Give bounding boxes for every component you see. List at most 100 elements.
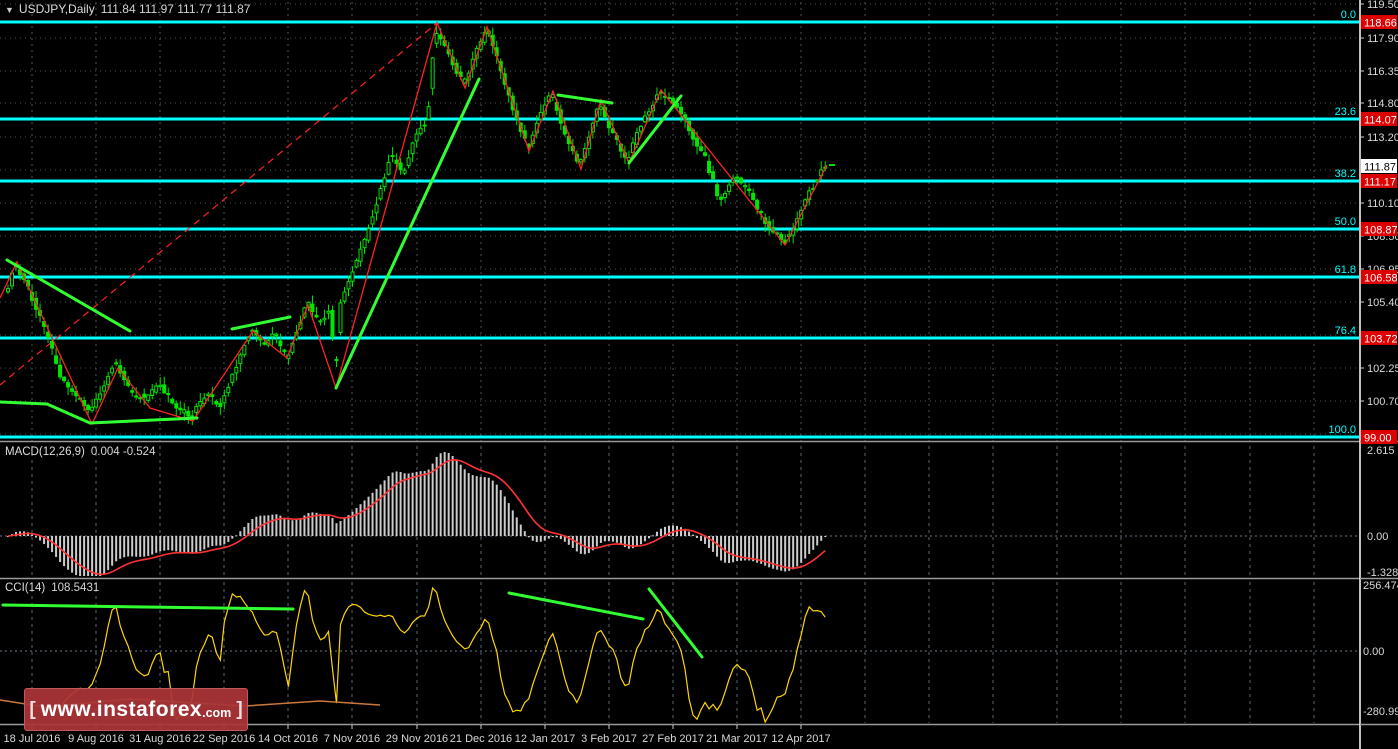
candle-body <box>463 79 466 83</box>
candle-body <box>71 389 74 392</box>
macd-bar <box>452 456 454 536</box>
price-tick-label: 114.80 <box>1367 98 1398 110</box>
macd-bar <box>428 470 430 536</box>
candle-body <box>175 404 178 408</box>
macd-bar <box>408 474 410 536</box>
candle-body <box>335 359 338 360</box>
macd-bar <box>356 508 358 536</box>
candle-body <box>107 376 110 384</box>
candle-body <box>355 261 358 267</box>
macd-bar <box>588 536 590 553</box>
macd-bar <box>480 477 482 536</box>
macd-bar <box>287 520 289 536</box>
macd-bar <box>644 536 646 541</box>
watermark-text: www.instaforex <box>41 698 202 722</box>
time-tick-label: 21 Mar 2017 <box>706 733 768 745</box>
fib-label: 0.0 <box>1341 9 1356 21</box>
macd-bar <box>628 536 630 549</box>
candle-body <box>135 396 138 397</box>
candle-body <box>371 217 374 224</box>
macd-bar <box>267 515 269 536</box>
macd-bar <box>163 536 165 551</box>
fib-label: 23.6 <box>1335 106 1356 118</box>
candle-body <box>283 350 286 352</box>
candle-body <box>367 229 370 240</box>
macd-bar <box>812 536 814 550</box>
time-tick-label: 22 Sep 2016 <box>193 733 255 745</box>
candle-body <box>740 178 743 183</box>
macd-bar <box>612 536 614 542</box>
macd-bar <box>736 536 738 561</box>
candle-body <box>599 107 602 109</box>
macd-bar <box>600 536 602 543</box>
trading-chart-window: 0.023.638.250.061.876.4100.0119.50117.90… <box>0 0 1398 749</box>
candle-body <box>423 125 426 126</box>
macd-bar <box>616 536 618 543</box>
candle-body <box>363 239 366 247</box>
macd-bar <box>195 536 197 553</box>
macd-bar <box>31 535 33 536</box>
macd-bar <box>492 481 494 536</box>
candle-body <box>375 205 378 213</box>
candle-body <box>271 334 274 336</box>
macd-bar <box>135 536 137 557</box>
candle-body <box>339 303 342 333</box>
macd-bar <box>251 519 253 536</box>
macd-bar <box>660 529 662 536</box>
candle-body <box>716 185 719 196</box>
time-tick-label: 3 Feb 2017 <box>581 733 637 745</box>
macd-bar <box>360 504 362 536</box>
price-badge-label: 99.00 <box>1364 433 1392 445</box>
candle-body <box>67 383 70 387</box>
candle-body <box>231 374 234 382</box>
macd-bar <box>243 527 245 536</box>
time-tick-label: 12 Jan 2017 <box>515 733 576 745</box>
macd-bar <box>804 536 806 559</box>
price-badge-label: 118.66 <box>1364 18 1397 30</box>
macd-bar <box>516 517 518 536</box>
macd-bar <box>688 532 690 536</box>
candle-body <box>315 315 318 317</box>
macd-indicator-label: MACD(12,26,9)0.004 -0.524 <box>5 446 155 458</box>
candle-body <box>752 193 755 199</box>
candle-body <box>199 401 202 405</box>
candle-body <box>195 406 198 412</box>
macd-bar <box>792 536 794 569</box>
candle-body <box>215 401 218 403</box>
fib-label: 38.2 <box>1335 168 1356 180</box>
macd-bar <box>548 536 550 539</box>
macd-bar <box>648 536 650 538</box>
macd-bar <box>752 536 754 561</box>
macd-bar <box>444 452 446 536</box>
candle-body <box>391 156 394 157</box>
macd-bar <box>536 536 538 542</box>
macd-bar <box>187 536 189 553</box>
macd-bar <box>584 536 586 554</box>
candle-body <box>99 394 102 399</box>
chart-canvas[interactable]: 0.023.638.250.061.876.4100.0119.50117.90… <box>0 0 1398 749</box>
macd-bar <box>79 536 81 576</box>
macd-bar <box>368 497 370 536</box>
symbol-dropdown-icon[interactable]: ▼ <box>5 5 14 15</box>
time-tick-label: 31 Aug 2016 <box>129 733 191 745</box>
fib-label: 50.0 <box>1335 216 1356 228</box>
macd-bar <box>656 532 658 536</box>
macd-bar <box>652 535 654 536</box>
candle-body <box>351 272 354 281</box>
candle-body <box>143 394 146 397</box>
cci-indicator-label: CCI(14)108.5431 <box>5 582 99 594</box>
candle-body <box>607 121 610 127</box>
macd-bar <box>335 523 337 536</box>
time-tick-label: 29 Nov 2016 <box>386 733 448 745</box>
trendline[interactable] <box>0 402 47 404</box>
macd-bar <box>576 536 578 551</box>
macd-bar <box>520 525 522 536</box>
candle-body <box>379 188 382 198</box>
macd-bar <box>716 536 718 557</box>
macd-axis-label: 2.615 <box>1367 445 1395 457</box>
candle-body <box>147 395 150 400</box>
macd-bar <box>159 536 161 551</box>
macd-bar <box>528 536 530 537</box>
macd-bar <box>380 484 382 536</box>
macd-bar <box>91 536 93 576</box>
